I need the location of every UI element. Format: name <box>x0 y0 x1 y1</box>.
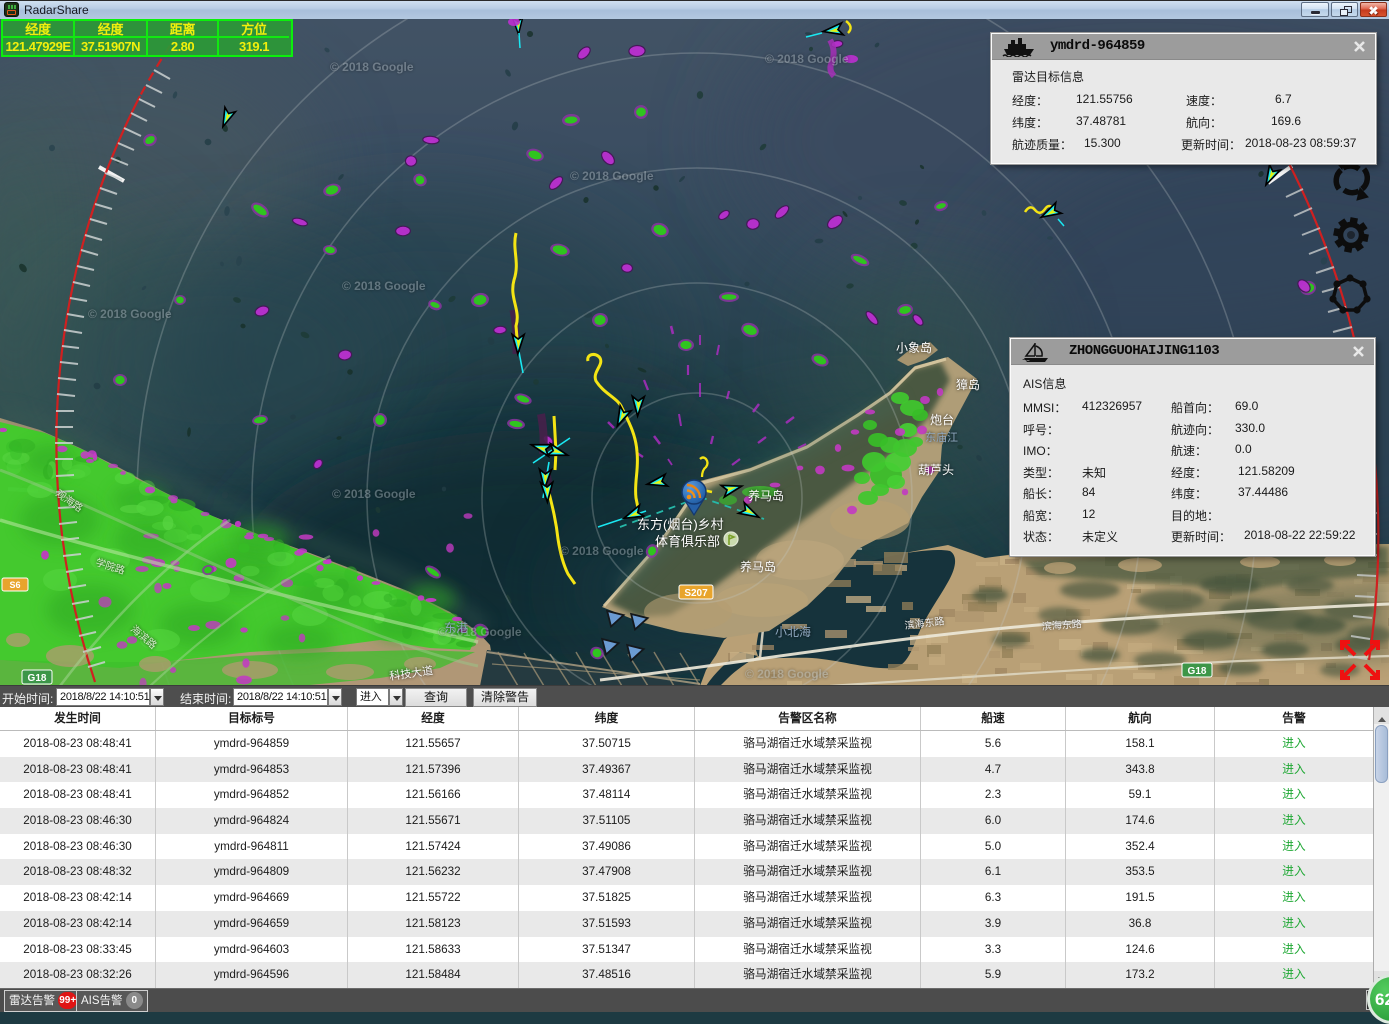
svg-text:© 2018 Google: © 2018 Google <box>560 544 644 558</box>
svg-text:© 2018 Google: © 2018 Google <box>330 60 414 74</box>
svg-text:© 2018 Google: © 2018 Google <box>342 279 426 293</box>
svg-text:养马岛: 养马岛 <box>740 559 776 574</box>
svg-text:G18: G18 <box>1188 666 1207 677</box>
svg-text:© 2018 Google: © 2018 Google <box>332 487 416 501</box>
svg-text:© 2018 Google: © 2018 Google <box>88 307 172 321</box>
svg-text:獐岛: 獐岛 <box>956 377 980 392</box>
svg-text:小北海: 小北海 <box>775 624 811 639</box>
svg-text:东庙江: 东庙江 <box>925 430 958 444</box>
svg-text:S207: S207 <box>684 588 708 599</box>
svg-text:小象岛: 小象岛 <box>896 340 932 355</box>
svg-text:© 2018 Google: © 2018 Google <box>570 169 654 183</box>
svg-text:养马岛: 养马岛 <box>748 488 784 503</box>
svg-text:东方(烟台)乡村: 东方(烟台)乡村 <box>637 517 724 532</box>
svg-text:S6: S6 <box>9 580 20 590</box>
svg-text:G18: G18 <box>28 673 47 684</box>
svg-text:炮台: 炮台 <box>930 412 954 427</box>
svg-text:东港: 东港 <box>444 621 468 635</box>
svg-text:葫芦头: 葫芦头 <box>918 463 954 477</box>
svg-text:© 2018 Google: © 2018 Google <box>765 52 849 66</box>
svg-text:体育俱乐部: 体育俱乐部 <box>655 534 720 549</box>
svg-text:© 2018 Google: © 2018 Google <box>745 667 829 681</box>
